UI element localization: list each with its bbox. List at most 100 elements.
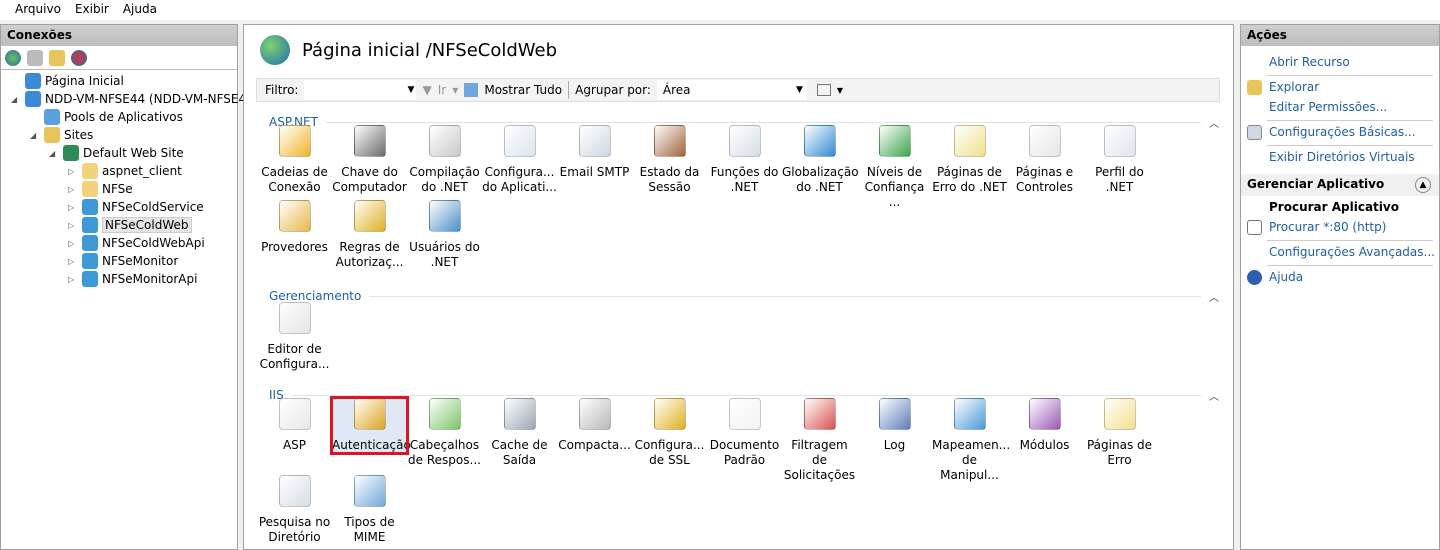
feature-tile[interactable]: Provedores: [257, 200, 332, 255]
menu-exibir[interactable]: Exibir: [68, 0, 116, 20]
feature-tile[interactable]: Cabeçalhos de Respos...: [407, 398, 482, 468]
expand-toggle-icon[interactable]: ▷: [68, 203, 78, 212]
collapse-chevron-icon[interactable]: ︿: [1209, 115, 1219, 130]
feature-tile[interactable]: Filtragem de Solicitações: [782, 398, 857, 483]
feature-tile[interactable]: Páginas e Controles: [1007, 125, 1082, 195]
home-server-icon: [25, 73, 41, 89]
tree-node[interactable]: ▷ NFSeMonitor: [68, 252, 178, 270]
expand-toggle-icon[interactable]: ▷: [68, 185, 78, 194]
action-configuracoes-basicas[interactable]: Configurações Básicas...: [1269, 125, 1416, 139]
tree-node[interactable]: ◢ Default Web Site: [49, 144, 184, 162]
compression-icon: [578, 398, 611, 430]
tree-node[interactable]: ▷ NFSe: [68, 180, 133, 198]
group-by-select[interactable]: Área ▼: [656, 80, 807, 100]
tree-node[interactable]: ▷ aspnet_client: [68, 162, 182, 180]
feature-tile[interactable]: Editor de Configura...: [257, 302, 332, 372]
expand-toggle-icon[interactable]: ▷: [68, 257, 78, 266]
tree-node[interactable]: ▷ NFSeMonitorApi: [68, 270, 197, 288]
feature-tile[interactable]: Níveis de Confiança ...: [857, 125, 932, 210]
feature-tile[interactable]: Compilação do .NET: [407, 125, 482, 195]
feature-tile[interactable]: Cache de Saída: [482, 398, 557, 468]
feature-tile[interactable]: Tipos de MIME: [332, 475, 407, 545]
tree-node[interactable]: Página Inicial: [11, 72, 124, 90]
action-abrir-recurso[interactable]: Abrir Recurso: [1269, 55, 1350, 69]
action-configuracoes-avancadas[interactable]: Configurações Avançadas...: [1269, 245, 1435, 259]
feature-tile[interactable]: Globalização do .NET: [782, 125, 859, 195]
connect-globe-icon[interactable]: [5, 49, 21, 66]
action-ajuda[interactable]: Ajuda: [1269, 270, 1303, 284]
expand-toggle-icon[interactable]: ◢: [11, 95, 21, 104]
feature-tile[interactable]: Funções do .NET: [707, 125, 782, 195]
feature-tile[interactable]: Usuários do .NET: [407, 200, 482, 270]
feature-tile[interactable]: Perfil do .NET: [1082, 125, 1157, 195]
tree-node[interactable]: ▷ NFSeColdWeb: [68, 216, 192, 234]
feature-tile[interactable]: Autenticação: [330, 396, 411, 455]
collapse-chevron-icon[interactable]: ︿: [1209, 289, 1219, 304]
tile-label: Filtragem de: [791, 438, 848, 467]
feature-tile[interactable]: Mapeamen... de Manipul...: [932, 398, 1010, 483]
feature-tile[interactable]: Chave do Computador: [332, 125, 407, 195]
go-button[interactable]: Ir: [438, 83, 446, 97]
feature-tile[interactable]: Módulos: [1007, 398, 1082, 453]
feature-tile[interactable]: Documento Padrão: [707, 398, 782, 468]
tree-node[interactable]: ▷ NFSeColdService: [68, 198, 204, 216]
tile-label-2: do Aplicati...: [482, 180, 557, 194]
menu-ajuda[interactable]: Ajuda: [116, 0, 164, 20]
go-dropdown-icon[interactable]: ▼: [452, 86, 458, 95]
expand-toggle-icon[interactable]: ◢: [30, 131, 40, 140]
expand-toggle-icon[interactable]: ◢: [49, 149, 59, 158]
save-icon[interactable]: [27, 49, 43, 66]
tree-node-label: NDD-VM-NFSE44 (NDD-VM-NFSE44: [45, 92, 254, 106]
feature-tile[interactable]: Páginas de Erro: [1082, 398, 1157, 468]
feature-tile[interactable]: Email SMTP: [557, 125, 632, 180]
feature-tile[interactable]: Cadeias de Conexão: [257, 125, 332, 195]
expand-toggle-icon[interactable]: ▷: [68, 239, 78, 248]
feature-tile[interactable]: Estado da Sessão: [632, 125, 707, 195]
menu-bar: Arquivo Exibir Ajuda: [0, 0, 1440, 20]
feature-tile[interactable]: Log: [857, 398, 932, 453]
menu-arquivo[interactable]: Arquivo: [8, 0, 68, 20]
tile-label: Tipos de: [344, 515, 395, 529]
app-pools-icon: [44, 109, 60, 125]
page-header: Página inicial /NFSeColdWeb: [260, 35, 557, 65]
actions-header: Ações: [1241, 25, 1439, 46]
app-settings-icon: [503, 125, 536, 157]
feature-tile[interactable]: Configura... do Aplicati...: [482, 125, 557, 195]
action-explorar[interactable]: Explorar: [1269, 80, 1319, 94]
expand-toggle-icon[interactable]: ▷: [68, 221, 78, 230]
expand-toggle-icon[interactable]: ▷: [68, 275, 78, 284]
tree-node[interactable]: ◢ NDD-VM-NFSE44 (NDD-VM-NFSE44: [11, 90, 254, 108]
error-pages-icon: [1103, 398, 1136, 430]
group-by-label: Agrupar por:: [575, 83, 651, 97]
action-procurar-80[interactable]: Procurar *:80 (http): [1269, 220, 1386, 234]
view-mode-dropdown-icon[interactable]: ▼: [837, 86, 843, 95]
tile-label: Cabeçalhos: [409, 438, 480, 452]
action-exibir-diretorios[interactable]: Exibir Diretórios Virtuais: [1269, 150, 1415, 164]
disconnect-icon[interactable]: [71, 49, 87, 66]
tree-node-label: NFSeColdWebApi: [102, 236, 205, 250]
tree-node[interactable]: Pools de Aplicativos: [30, 108, 183, 126]
tile-label: Funções do: [710, 165, 779, 179]
expand-toggle-icon[interactable]: ▷: [68, 167, 78, 176]
tile-label-2: .NET: [430, 255, 459, 269]
action-editar-permissoes[interactable]: Editar Permissões...: [1269, 100, 1387, 114]
feature-tile[interactable]: Pesquisa no Diretório: [257, 475, 332, 545]
tree-node[interactable]: ◢ Sites: [30, 126, 93, 144]
feature-tile[interactable]: Regras de Autorizaç...: [332, 200, 407, 270]
view-mode-icon[interactable]: [816, 84, 831, 96]
tree-node-label: Sites: [64, 128, 94, 142]
collapse-chevron-icon[interactable]: ︿: [1209, 388, 1219, 403]
section-header[interactable]: Gerenciamento ︿: [269, 289, 1219, 304]
filter-input[interactable]: ▼: [304, 80, 417, 100]
connections-header: Conexões: [1, 25, 237, 46]
feature-tile[interactable]: Compacta...: [557, 398, 632, 453]
up-folder-icon[interactable]: [49, 49, 65, 66]
tile-label: Compacta...: [558, 438, 631, 452]
feature-tile[interactable]: ASP: [257, 398, 332, 453]
feature-tile[interactable]: Configura... de SSL: [632, 398, 707, 468]
show-all-icon: [464, 83, 479, 97]
tree-node[interactable]: ▷ NFSeColdWebApi: [68, 234, 205, 252]
show-all-button[interactable]: Mostrar Tudo: [484, 83, 562, 97]
feature-tile[interactable]: Páginas de Erro do .NET: [932, 125, 1007, 195]
collapse-icon[interactable]: ▲: [1415, 177, 1431, 193]
